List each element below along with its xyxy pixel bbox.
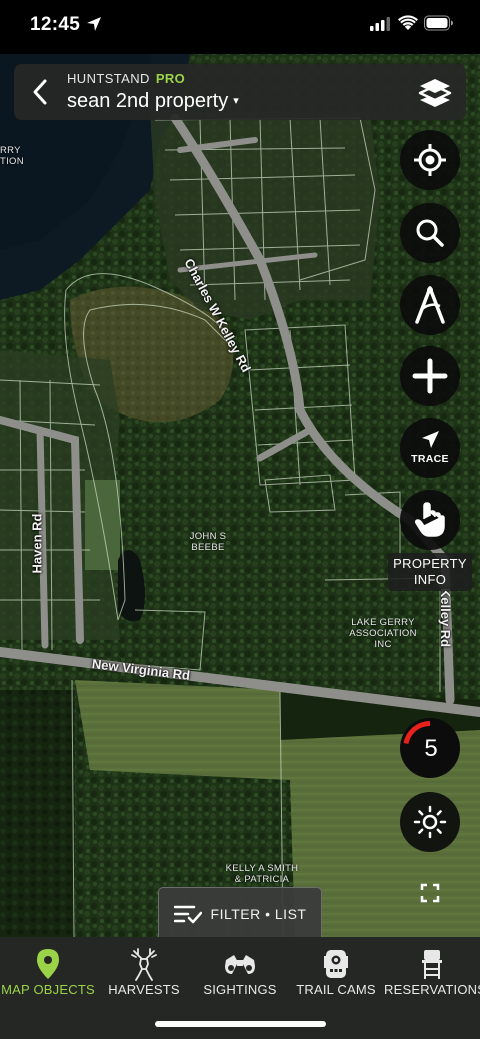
count-value: 5 <box>424 735 438 762</box>
app-brand: HUNTSTAND PRO <box>67 71 185 86</box>
expand-icon <box>420 883 440 903</box>
property-selector[interactable]: sean 2nd property ▾ <box>67 90 239 113</box>
status-time: 12:45 <box>30 14 81 35</box>
deer-icon <box>127 947 161 981</box>
trail-camera-icon <box>319 947 353 981</box>
property-info-label[interactable]: PROPERTY INFO <box>388 553 472 591</box>
wind-count-button[interactable]: 5 <box>400 718 460 778</box>
my-location-button[interactable] <box>400 130 460 190</box>
search-icon <box>416 219 444 247</box>
filter-label: FILTER • LIST <box>210 905 307 922</box>
trace-button[interactable]: TRACE <box>400 418 460 478</box>
plus-icon <box>412 358 448 394</box>
road-label-kelley: Kelley Rd <box>438 587 454 648</box>
trace-arrow-icon <box>422 431 439 448</box>
map-pin-icon <box>31 947 65 981</box>
chevron-left-icon <box>33 79 47 105</box>
weather-button[interactable] <box>400 792 460 852</box>
brand-name: HUNTSTAND <box>67 71 150 86</box>
tab-label: MAP OBJECTS <box>1 982 95 997</box>
property-info-line-1: PROPERTY <box>393 556 467 571</box>
tab-reservations[interactable]: RESERVATIONS <box>384 937 480 1003</box>
caret-down-icon: ▾ <box>233 95 239 107</box>
status-bar: 12:45 <box>0 0 480 54</box>
back-button[interactable] <box>22 74 58 110</box>
property-header[interactable]: HUNTSTAND PRO sean 2nd property ▾ <box>14 64 466 120</box>
search-button[interactable] <box>400 203 460 263</box>
location-arrow-icon <box>87 17 101 31</box>
parcel-label-lake-gerry: LAKE GERRY ASSOCIATION INC <box>349 617 417 650</box>
layers-icon[interactable] <box>418 76 452 110</box>
fullscreen-button[interactable] <box>413 876 447 910</box>
property-name: sean 2nd property <box>67 90 229 112</box>
sun-icon <box>413 805 447 839</box>
parcel-label: RRY TION <box>0 145 24 167</box>
tab-harvests[interactable]: HARVESTS <box>96 937 192 1003</box>
crosshair-icon <box>414 144 446 176</box>
measure-button[interactable] <box>400 275 460 335</box>
brand-tier: PRO <box>155 71 186 86</box>
tap-hand-icon <box>415 502 445 537</box>
filter-list-button[interactable]: FILTER • LIST <box>158 887 322 939</box>
tab-map-objects[interactable]: MAP OBJECTS <box>0 937 96 1003</box>
tab-label: SIGHTINGS <box>203 982 277 997</box>
road-label-haven: Haven Rd <box>29 513 45 574</box>
wifi-icon <box>398 15 418 30</box>
tab-label: TRAIL CAMS <box>296 982 376 997</box>
parcel-label-kelly-smith: KELLY A SMITH & PATRICIA <box>225 863 299 885</box>
parcel-label-john-beebe: JOHN S BEEBE <box>189 531 227 553</box>
tab-sightings[interactable]: SIGHTINGS <box>192 937 288 1003</box>
binoculars-icon <box>223 947 257 981</box>
property-info-button[interactable] <box>400 490 460 550</box>
compass-divider-icon <box>415 286 445 324</box>
tab-trail-cams[interactable]: TRAIL CAMS <box>288 937 384 1003</box>
tab-label: HARVESTS <box>108 982 180 997</box>
tree-stand-icon <box>415 947 449 981</box>
battery-icon <box>424 15 453 31</box>
cellular-signal-icon <box>370 17 390 31</box>
tab-label: RESERVATIONS <box>384 982 480 997</box>
filter-check-icon <box>173 905 202 923</box>
add-button[interactable] <box>400 346 460 406</box>
trace-label: TRACE <box>411 453 449 465</box>
home-indicator[interactable] <box>155 1021 326 1027</box>
property-info-line-2: INFO <box>413 572 447 587</box>
